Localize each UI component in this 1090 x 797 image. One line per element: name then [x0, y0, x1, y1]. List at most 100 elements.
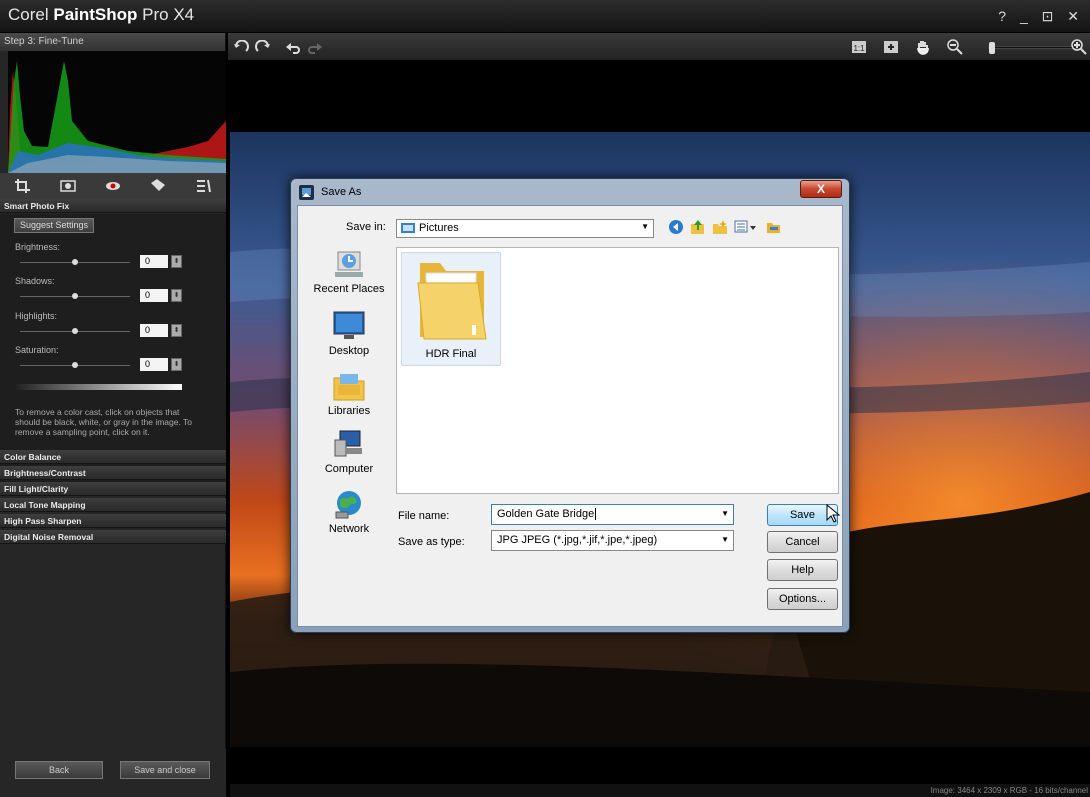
- straighten-icon[interactable]: [56, 176, 80, 196]
- zoom-slider[interactable]: [988, 42, 1083, 54]
- rotate-left-icon[interactable]: [232, 39, 250, 55]
- zoom-out-icon[interactable]: [946, 39, 964, 55]
- place-label: Recent Places: [313, 283, 385, 295]
- slider-knob[interactable]: [72, 362, 78, 368]
- pictures-folder-icon: [401, 223, 415, 233]
- file-name-input[interactable]: Golden Gate Bridge ▼: [491, 504, 734, 525]
- save-and-close-button[interactable]: Save and close: [120, 761, 210, 779]
- folder-name: HDR Final: [425, 348, 477, 360]
- undo-icon[interactable]: [284, 39, 302, 55]
- saturation-spinner[interactable]: ⬍: [171, 358, 182, 371]
- left-panel: Step 3: Fine-Tune Smart Photo Fix Sugges…: [0, 33, 226, 797]
- highlights-spinner[interactable]: ⬍: [171, 324, 182, 337]
- toolbar: 1:1: [228, 33, 1090, 61]
- place-label: Desktop: [328, 345, 370, 357]
- shadows-spinner[interactable]: ⬍: [171, 289, 182, 302]
- pan-hand-icon[interactable]: [914, 39, 932, 55]
- highlights-slider[interactable]: [20, 328, 130, 334]
- file-name-value: Golden Gate Bridge: [497, 508, 595, 520]
- network-globe-icon: [335, 491, 361, 519]
- file-name-label: File name:: [398, 510, 450, 522]
- slider-knob[interactable]: [72, 328, 78, 334]
- levels-icon[interactable]: [191, 176, 215, 196]
- place-label: Libraries: [327, 405, 371, 417]
- shadows-label: Shadows:: [15, 276, 55, 286]
- dialog-title-bar[interactable]: Save As X: [291, 179, 849, 205]
- highlights-value[interactable]: 0: [140, 324, 168, 337]
- section-digital-noise-removal[interactable]: Digital Noise Removal: [0, 530, 226, 544]
- histogram: [8, 51, 226, 173]
- up-folder-icon[interactable]: [690, 219, 706, 235]
- step-label: Step 3: Fine-Tune: [0, 33, 225, 51]
- recent-places-icon: [335, 251, 363, 277]
- open-folder-icon[interactable]: [766, 219, 782, 235]
- black-white-gradient-slider[interactable]: [16, 384, 182, 390]
- computer-icon: [334, 430, 362, 457]
- places-bar: Recent Places Desktop Libraries Computer…: [304, 248, 394, 548]
- smart-photo-fix-header[interactable]: Smart Photo Fix: [0, 199, 226, 213]
- save-as-type-label: Save as type:: [398, 536, 465, 548]
- libraries-icon: [333, 374, 365, 401]
- section-high-pass-sharpen[interactable]: High Pass Sharpen: [0, 514, 226, 528]
- place-network[interactable]: Network: [304, 488, 394, 535]
- help-button[interactable]: Help: [767, 559, 838, 581]
- app-title: Corel PaintShop Pro X4: [8, 5, 195, 24]
- paintshop-app-icon: [299, 185, 314, 200]
- shadows-value[interactable]: 0: [140, 289, 168, 302]
- chevron-down-icon: ▼: [721, 535, 729, 544]
- fit-to-window-icon[interactable]: [882, 39, 900, 55]
- section-local-tone-mapping[interactable]: Local Tone Mapping: [0, 498, 226, 512]
- chevron-down-icon[interactable]: ▼: [721, 509, 729, 518]
- new-folder-icon[interactable]: [712, 219, 728, 235]
- place-computer[interactable]: Computer: [304, 428, 394, 475]
- view-menu-icon[interactable]: [734, 219, 760, 235]
- navigation-buttons: [668, 219, 782, 235]
- section-brightness-contrast[interactable]: Brightness/Contrast: [0, 466, 226, 480]
- bottom-button-bar: Back Save and close: [0, 749, 226, 797]
- suggest-settings-button[interactable]: Suggest Settings: [14, 218, 94, 233]
- save-as-type-value: JPG JPEG (*.jpg,*.jif,*.jpe,*.jpeg): [497, 534, 658, 546]
- help-text: To remove a color cast, click on objects…: [15, 407, 193, 437]
- back-button[interactable]: Back: [15, 761, 103, 779]
- back-arrow-icon[interactable]: [668, 219, 684, 235]
- dialog-close-button[interactable]: X: [800, 180, 842, 198]
- saturation-value[interactable]: 0: [140, 358, 168, 371]
- crop-icon[interactable]: [11, 176, 35, 196]
- section-fill-light-clarity[interactable]: Fill Light/Clarity: [0, 482, 226, 496]
- status-bar: Image: 3464 x 2309 x RGB - 16 bits/chann…: [230, 784, 1090, 797]
- slider-knob[interactable]: [72, 293, 78, 299]
- file-list[interactable]: HDR Final: [396, 247, 839, 494]
- red-eye-icon[interactable]: [101, 176, 125, 196]
- section-color-balance[interactable]: Color Balance: [0, 450, 226, 464]
- place-label: Computer: [324, 463, 374, 475]
- brightness-slider[interactable]: [20, 259, 130, 265]
- actual-size-icon[interactable]: 1:1: [850, 39, 868, 55]
- folder-item[interactable]: HDR Final: [401, 252, 501, 366]
- tool-row: [0, 173, 226, 199]
- rotate-right-icon[interactable]: [254, 39, 272, 55]
- brightness-spinner[interactable]: ⬍: [171, 255, 182, 268]
- place-libraries[interactable]: Libraries: [304, 370, 394, 417]
- place-desktop[interactable]: Desktop: [304, 310, 394, 357]
- place-label: Network: [328, 523, 370, 535]
- zoom-in-icon[interactable]: [1070, 39, 1088, 55]
- redo-icon[interactable]: [306, 39, 324, 55]
- saturation-slider[interactable]: [20, 362, 130, 368]
- shadows-slider[interactable]: [20, 293, 130, 299]
- place-recent-places[interactable]: Recent Places: [304, 248, 394, 295]
- save-in-value: Pictures: [419, 222, 459, 234]
- save-in-dropdown[interactable]: Pictures ▼: [396, 219, 654, 238]
- save-as-type-dropdown[interactable]: JPG JPEG (*.jpg,*.jif,*.jpe,*.jpeg) ▼: [491, 530, 734, 551]
- brightness-value[interactable]: 0: [140, 255, 168, 268]
- cancel-button[interactable]: Cancel: [767, 531, 838, 553]
- smart-photo-fix-panel: Suggest Settings Brightness: 0 ⬍ Shadows…: [0, 214, 226, 482]
- dialog-body: Save in: Pictures ▼ Recent Places Deskto…: [297, 205, 843, 627]
- options-button[interactable]: Options...: [767, 588, 838, 610]
- desktop-icon: [333, 311, 365, 339]
- zoom-slider-knob[interactable]: [989, 42, 995, 54]
- mouse-cursor-icon: [826, 504, 841, 523]
- slider-knob[interactable]: [72, 259, 78, 265]
- window-controls[interactable]: ? _ ⊡ ✕: [998, 8, 1084, 25]
- retouch-brush-icon[interactable]: [146, 176, 170, 196]
- save-as-dialog: Save As X Save in: Pictures ▼ Recent Pla…: [290, 178, 850, 633]
